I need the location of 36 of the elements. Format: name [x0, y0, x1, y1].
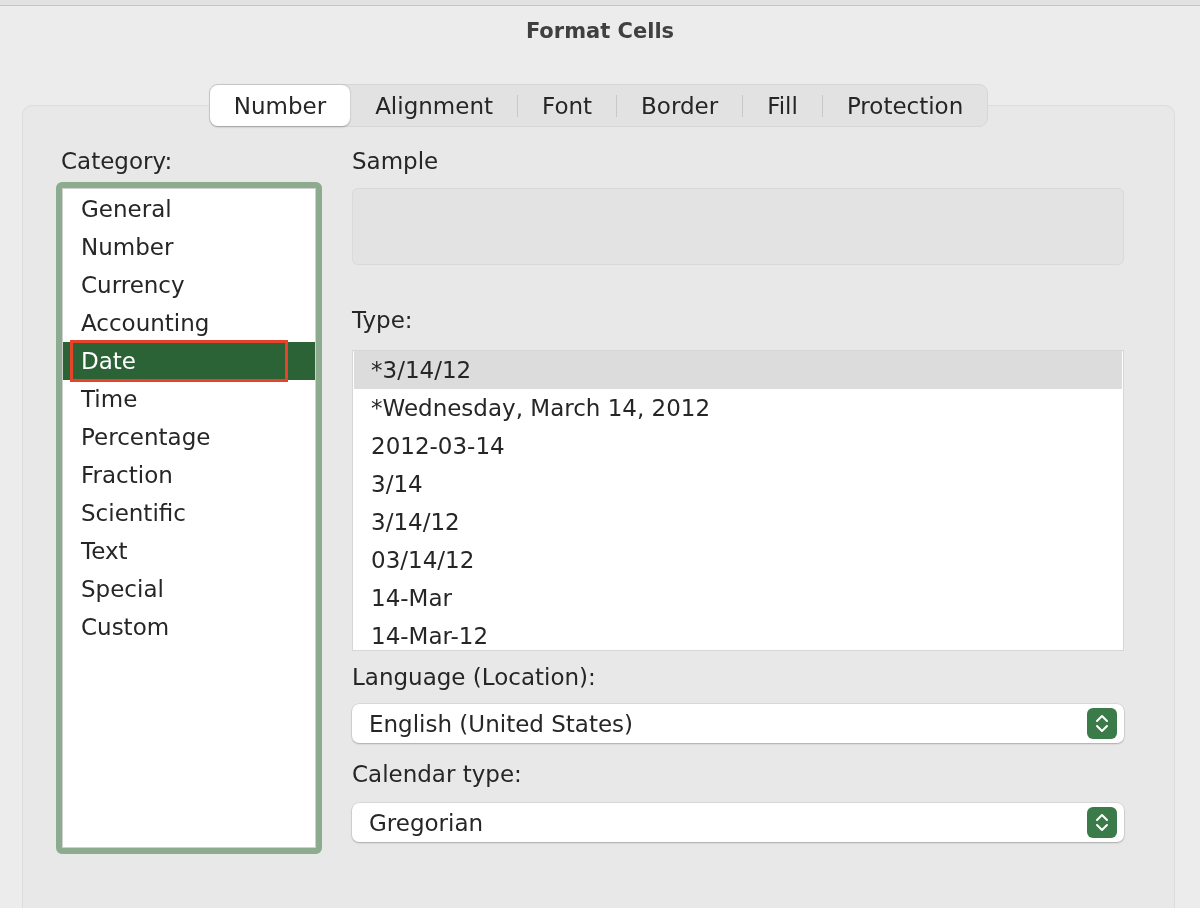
calendar-type-label: Calendar type:	[352, 760, 522, 788]
type-item[interactable]: 3/14/12	[354, 503, 1122, 541]
stepper-icon	[1087, 708, 1117, 739]
category-item[interactable]: Accounting	[63, 304, 315, 342]
language-label: Language (Location):	[352, 663, 596, 691]
tab[interactable]: Border	[617, 85, 743, 126]
category-item[interactable]: Fraction	[63, 456, 315, 494]
calendar-type-dropdown[interactable]: Gregorian	[352, 803, 1124, 842]
type-item[interactable]: *3/14/12	[354, 351, 1122, 389]
category-item[interactable]: Scientific	[63, 494, 315, 532]
category-item[interactable]: General	[63, 190, 315, 228]
stepper-icon	[1087, 807, 1117, 838]
category-label: Category:	[60, 147, 174, 175]
category-item[interactable]: Text	[63, 532, 315, 570]
tab[interactable]: Font	[518, 85, 617, 126]
type-item[interactable]: 03/14/12	[354, 541, 1122, 579]
type-item[interactable]: 14-Mar	[354, 579, 1122, 617]
type-item[interactable]: 2012-03-14	[354, 427, 1122, 465]
category-item[interactable]: Currency	[63, 266, 315, 304]
category-item[interactable]: Date	[63, 342, 315, 380]
type-item[interactable]: *Wednesday, March 14, 2012	[354, 389, 1122, 427]
language-dropdown[interactable]: English (United States)	[352, 704, 1124, 743]
category-item[interactable]: Custom	[63, 608, 315, 646]
tab[interactable]: Fill	[743, 85, 822, 126]
type-item[interactable]: 14-Mar-12	[354, 617, 1122, 650]
tab[interactable]: Protection	[822, 85, 988, 126]
category-item[interactable]: Percentage	[63, 418, 315, 456]
category-item[interactable]: Time	[63, 380, 315, 418]
window-title: Format Cells	[525, 19, 675, 43]
sample-label: Sample	[352, 147, 439, 175]
type-item[interactable]: 3/14	[354, 465, 1122, 503]
tab[interactable]: Alignment	[351, 85, 517, 126]
type-label: Type:	[352, 306, 413, 334]
category-item[interactable]: Special	[63, 570, 315, 608]
category-item[interactable]: Number	[63, 228, 315, 266]
tab[interactable]: Number	[209, 85, 351, 126]
